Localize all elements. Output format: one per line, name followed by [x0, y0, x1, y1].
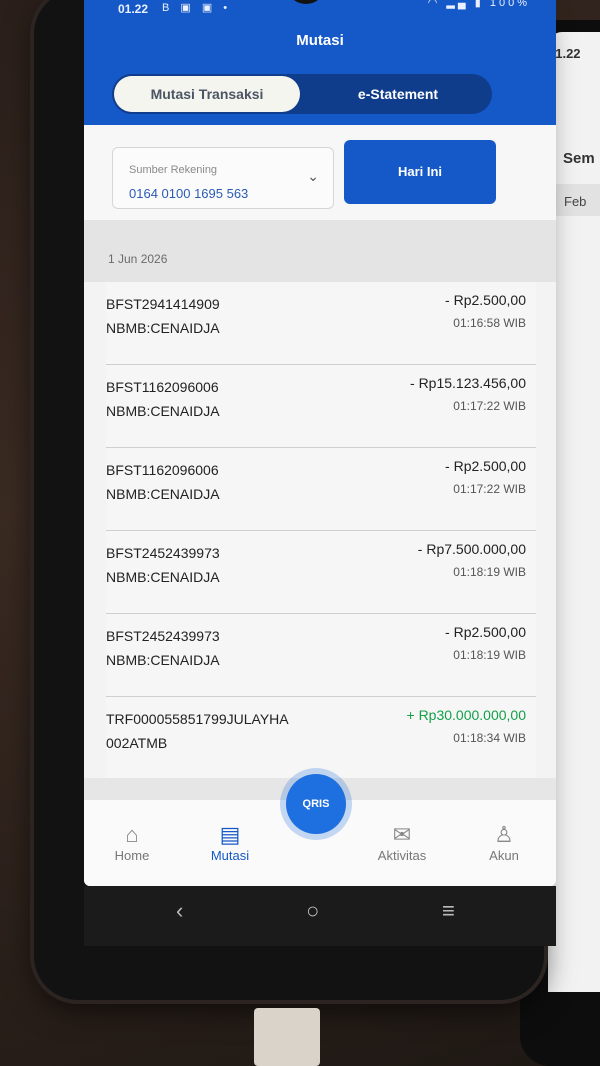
- filter-panel: Sumber Rekening 0164 0100 1695 563 ⌄ Har…: [84, 125, 556, 220]
- period-button[interactable]: Hari Ini: [344, 140, 496, 204]
- qris-button[interactable]: QRIS: [286, 774, 346, 834]
- nav-aktivitas[interactable]: ✉ Aktivitas: [362, 822, 442, 863]
- battery-percent: 100%: [489, 0, 530, 9]
- home-icon: ⌂: [125, 822, 139, 847]
- tab-mutasi-transaksi[interactable]: Mutasi Transaksi: [114, 76, 300, 112]
- nav-akun-label: Akun: [489, 848, 519, 863]
- nav-akun[interactable]: ♙ Akun: [464, 822, 544, 863]
- battery-icon: ▮: [474, 0, 484, 9]
- mail-icon: ✉: [392, 822, 412, 847]
- chevron-down-icon: ⌄: [307, 168, 319, 184]
- transaction-desc: 002ATMB: [106, 735, 168, 751]
- back-icon[interactable]: ‹: [176, 898, 183, 924]
- transaction-time: 01:18:19 WIB: [453, 648, 526, 662]
- transaction-row[interactable]: BFST1162096006 NBMB:CENAIDJA - Rp2.500,0…: [106, 448, 536, 531]
- account-number: 0164 0100 1695 563: [129, 186, 249, 201]
- notification-icons: B ▣ ▣ •: [162, 2, 232, 14]
- date-header: 1 Jun 2026: [84, 220, 556, 282]
- nav-home-label: Home: [114, 848, 150, 863]
- nav-mutasi-label: Mutasi: [210, 848, 250, 863]
- transaction-ref: BFST2452439973: [106, 628, 220, 644]
- transaction-row[interactable]: BFST2452439973 NBMB:CENAIDJA - Rp2.500,0…: [106, 614, 536, 697]
- transaction-amount: - Rp7.500.000,00: [417, 541, 526, 557]
- transaction-ref: BFST1162096006: [106, 462, 219, 478]
- status-bar: 01.22 B ▣ ▣ • ◠ ▂▄ ▮ 100%: [84, 0, 556, 18]
- status-right-icons: ◠ ▂▄ ▮ 100%: [428, 0, 530, 9]
- transaction-desc: NBMB:CENAIDJA: [106, 486, 220, 502]
- app-header: 01.22 B ▣ ▣ • ◠ ▂▄ ▮ 100% Mutasi Mutasi …: [84, 0, 556, 125]
- nav-home[interactable]: ⌂ Home: [92, 822, 172, 863]
- recents-icon[interactable]: ≡: [442, 898, 455, 924]
- transaction-time: 01:17:22 WIB: [453, 399, 526, 413]
- signal-icon: ▂▄: [446, 0, 469, 9]
- transaction-desc: NBMB:CENAIDJA: [106, 403, 220, 419]
- transaction-row[interactable]: TRF000055851799JULAYHA 002ATMB + Rp30.00…: [106, 697, 536, 780]
- transaction-amount: - Rp2.500,00: [445, 292, 526, 308]
- transaction-amount: - Rp2.500,00: [445, 624, 526, 640]
- nav-mutasi[interactable]: ▤ Mutasi: [190, 822, 270, 863]
- transaction-ref: BFST1162096006: [106, 379, 219, 395]
- transaction-desc: NBMB:CENAIDJA: [106, 320, 220, 336]
- transaction-amount: - Rp2.500,00: [445, 458, 526, 474]
- transaction-time: 01:17:22 WIB: [453, 482, 526, 496]
- app-screen: 01.22 B ▣ ▣ • ◠ ▂▄ ▮ 100% Mutasi Mutasi …: [84, 0, 556, 886]
- account-label: Sumber Rekening: [129, 164, 218, 176]
- transaction-desc: NBMB:CENAIDJA: [106, 652, 220, 668]
- charging-cable: [254, 1008, 320, 1066]
- transaction-ref: BFST2941414909: [106, 296, 220, 312]
- transaction-amount: + Rp30.000.000,00: [406, 707, 527, 723]
- qris-icon: QRIS: [302, 798, 330, 810]
- transaction-time: 01:18:19 WIB: [453, 565, 526, 579]
- page-title: Mutasi: [296, 32, 344, 49]
- status-time: 01.22: [118, 2, 149, 16]
- user-icon: ♙: [494, 822, 514, 847]
- background-phone-title: Sem: [563, 150, 595, 167]
- transaction-row[interactable]: BFST2452439973 NBMB:CENAIDJA - Rp7.500.0…: [106, 531, 536, 614]
- transaction-row[interactable]: BFST1162096006 NBMB:CENAIDJA - Rp15.123.…: [106, 365, 536, 448]
- transaction-ref: TRF000055851799JULAYHA: [106, 711, 289, 727]
- transaction-time: 01:16:58 WIB: [453, 316, 526, 330]
- bottom-nav: QRIS ⌂ Home ▤ Mutasi ✉ Aktivitas ♙ Akun: [84, 774, 556, 886]
- home-circle-icon[interactable]: ○: [306, 898, 319, 924]
- transaction-ref: BFST2452439973: [106, 545, 220, 561]
- transaction-list: BFST2941414909 NBMB:CENAIDJA - Rp2.500,0…: [84, 282, 556, 780]
- tab-switcher: Mutasi Transaksi e-Statement: [112, 74, 492, 114]
- account-select[interactable]: Sumber Rekening 0164 0100 1695 563 ⌄: [112, 147, 334, 209]
- transaction-amount: - Rp15.123.456,00: [410, 375, 526, 391]
- transaction-time: 01:18:34 WIB: [453, 731, 526, 745]
- date-label: 1 Jun 2026: [108, 252, 168, 266]
- document-icon: ▤: [219, 822, 241, 847]
- transaction-desc: NBMB:CENAIDJA: [106, 569, 220, 585]
- phone-frame: 01.22 B ▣ ▣ • ◠ ▂▄ ▮ 100% Mutasi Mutasi …: [34, 0, 556, 1000]
- transaction-row[interactable]: BFST2941414909 NBMB:CENAIDJA - Rp2.500,0…: [106, 282, 536, 365]
- android-nav-bar: ‹ ○ ≡: [84, 886, 556, 946]
- tab-e-statement[interactable]: e-Statement: [308, 76, 488, 112]
- nav-aktivitas-label: Aktivitas: [377, 848, 427, 863]
- wifi-icon: ◠: [427, 0, 441, 9]
- background-phone-chip: Feb: [552, 184, 600, 216]
